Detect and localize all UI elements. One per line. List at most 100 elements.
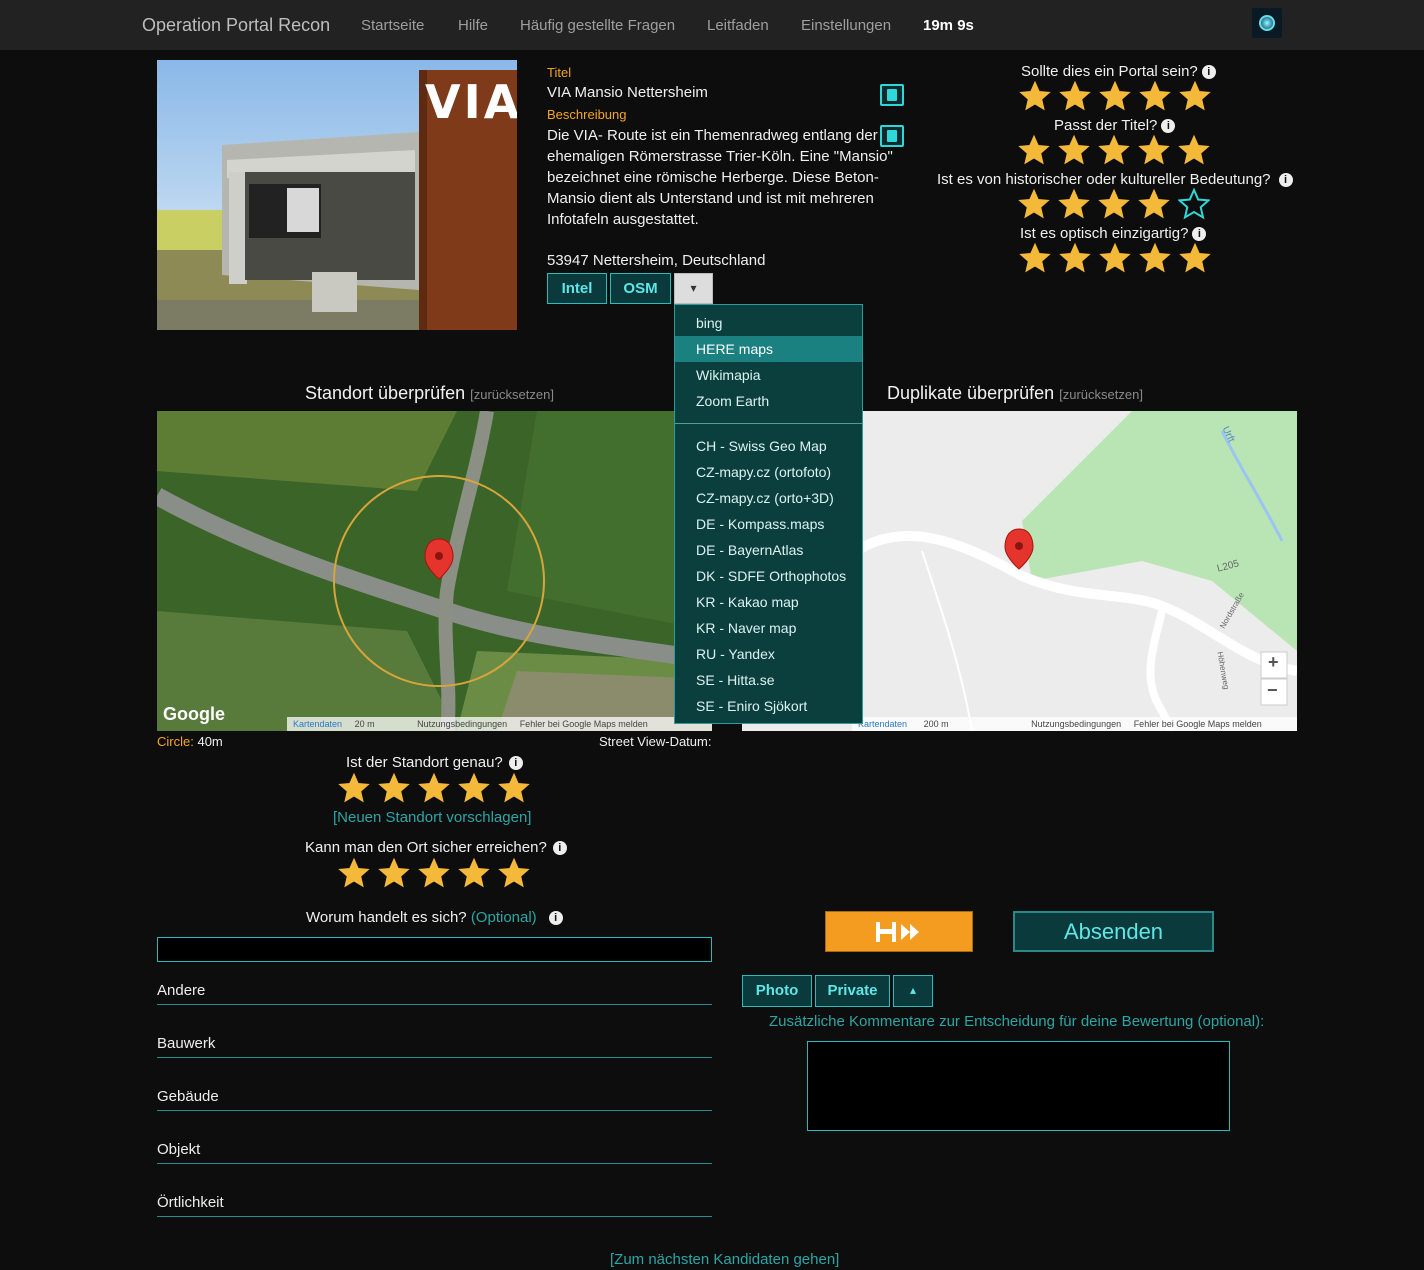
star-filled-icon[interactable] [1018,188,1050,220]
nav-link-hilfe[interactable]: Hilfe [458,17,488,34]
star-filled-icon[interactable] [1059,80,1091,112]
star-filled-icon[interactable] [1099,80,1131,112]
map1-report[interactable]: Fehler bei Google Maps melden [520,719,648,729]
nav-link-einstellungen[interactable]: Einstellungen [801,17,891,34]
category-objekt[interactable]: Objekt [157,1140,712,1164]
category-oertlichkeit[interactable]: Örtlichkeit [157,1193,712,1217]
next-candidate-link[interactable]: [Zum nächsten Kandidaten gehen] [610,1251,839,1268]
zoom-out-button[interactable]: − [1267,680,1278,701]
star-filled-icon[interactable] [338,857,370,889]
osm-button[interactable]: OSM [610,273,671,304]
save-and-skip-button[interactable] [825,911,973,952]
star-filled-icon[interactable] [1098,134,1130,166]
suggest-location-link[interactable]: [Neuen Standort vorschlagen] [333,809,531,826]
dropdown-item-cz-orto3d[interactable]: CZ-mapy.cz (orto+3D) [675,485,862,511]
star-filled-icon[interactable] [498,857,530,889]
dropdown-item-zoom-earth[interactable]: Zoom Earth [675,388,862,414]
star-filled-icon[interactable] [1059,242,1091,274]
dropdown-item-ru-yandex[interactable]: RU - Yandex [675,641,862,667]
star-filled-icon[interactable] [1019,242,1051,274]
star-filled-icon[interactable] [1139,80,1171,112]
star-filled-icon[interactable] [458,772,490,804]
star-filled-icon[interactable] [1058,188,1090,220]
info-icon[interactable]: i [1161,119,1176,133]
star-filled-icon[interactable] [1099,242,1131,274]
map2-terms[interactable]: Nutzungsbedingungen [1031,719,1121,729]
stars-visual[interactable] [1019,242,1219,274]
info-icon[interactable]: i [508,756,523,770]
info-icon[interactable]: i [552,841,567,855]
nav-link-faq[interactable]: Häufig gestellte Fragen [520,17,675,34]
dropdown-item-dk-sdfe[interactable]: DK - SDFE Orthophotos [675,563,862,589]
zoom-in-button[interactable]: + [1268,652,1279,673]
location-reset-link[interactable]: [zurücksetzen] [470,387,554,402]
private-comment-button[interactable]: Private [815,975,890,1007]
category-gebaeude[interactable]: Gebäude [157,1087,712,1111]
map2-kartendaten[interactable]: Kartendaten [858,719,907,729]
more-maps-toggle[interactable]: ▾ [674,273,713,304]
duplicates-reset-link[interactable]: [zurücksetzen] [1059,387,1143,402]
map1-kartendaten[interactable]: Kartendaten [293,719,342,729]
stars-safe-access[interactable] [338,857,538,889]
dropdown-item-kr-naver[interactable]: KR - Naver map [675,615,862,641]
star-empty-icon[interactable] [1177,187,1211,220]
star-filled-icon[interactable] [1178,134,1210,166]
category-bauwerk[interactable]: Bauwerk [157,1034,712,1058]
star-filled-icon[interactable] [1058,134,1090,166]
translate-description-icon[interactable] [880,125,904,147]
star-filled-icon[interactable] [418,772,450,804]
candidate-address: 53947 Nettersheim, Deutschland [547,252,766,269]
comment-options-toggle[interactable]: ▴ [893,975,933,1007]
star-filled-icon[interactable] [1179,242,1211,274]
nav-link-leitfaden[interactable]: Leitfaden [707,17,769,34]
dropdown-item-cz-ortofoto[interactable]: CZ-mapy.cz (ortofoto) [675,459,862,485]
stars-title[interactable] [1018,134,1218,166]
comment-label: Zusätzliche Kommentare zur Entscheidung … [769,1013,1265,1030]
candidate-photo[interactable]: VIA [157,60,517,330]
info-icon[interactable]: i [1192,227,1207,241]
dropdown-item-here-maps[interactable]: HERE maps [675,336,862,362]
translate-title-icon[interactable] [880,84,904,106]
dropdown-item-wikimapia[interactable]: Wikimapia [675,362,862,388]
info-icon[interactable]: i [1278,173,1293,187]
what-is-it-input[interactable] [157,937,712,962]
star-filled-icon[interactable] [1019,80,1051,112]
nav-link-startseite[interactable]: Startseite [361,17,424,34]
dropdown-item-se-eniro[interactable]: SE - Eniro Sjökort [675,693,862,719]
photo-comment-button[interactable]: Photo [742,975,812,1007]
dropdown-item-se-hitta[interactable]: SE - Hitta.se [675,667,862,693]
star-filled-icon[interactable] [458,857,490,889]
star-filled-icon[interactable] [1018,134,1050,166]
stars-historic[interactable] [1018,187,1218,220]
question-portal: Sollte dies ein Portal sein? i [1021,63,1216,80]
star-filled-icon[interactable] [1139,242,1171,274]
location-map[interactable]: Google Kartendaten 20 m Nutzungsbedingun… [157,411,712,731]
map2-report[interactable]: Fehler bei Google Maps melden [1134,719,1262,729]
dropdown-item-de-bayernatlas[interactable]: DE - BayernAtlas [675,537,862,563]
user-avatar[interactable] [1252,8,1282,38]
stars-portal[interactable] [1019,80,1219,112]
star-filled-icon[interactable] [1098,188,1130,220]
star-filled-icon[interactable] [418,857,450,889]
dropdown-item-ch-swiss-geo[interactable]: CH - Swiss Geo Map [675,433,862,459]
dropdown-item-bing[interactable]: bing [675,310,862,336]
submit-button[interactable]: Absenden [1013,911,1214,952]
question-visual: Ist es optisch einzigartig? i [1020,225,1207,242]
dropdown-item-de-kompass[interactable]: DE - Kompass.maps [675,511,862,537]
star-filled-icon[interactable] [1138,188,1170,220]
star-filled-icon[interactable] [1138,134,1170,166]
category-andere[interactable]: Andere [157,981,712,1005]
info-icon[interactable]: i [1201,65,1216,79]
dropdown-item-kr-kakao[interactable]: KR - Kakao map [675,589,862,615]
stars-location[interactable] [338,772,538,804]
info-icon[interactable]: i [548,911,563,925]
map1-terms[interactable]: Nutzungsbedingungen [417,719,507,729]
star-filled-icon[interactable] [1179,80,1211,112]
comment-textarea[interactable] [807,1041,1230,1131]
intel-button[interactable]: Intel [547,273,607,304]
star-filled-icon[interactable] [378,857,410,889]
star-filled-icon[interactable] [498,772,530,804]
star-filled-icon[interactable] [338,772,370,804]
brand-title[interactable]: Operation Portal Recon [142,15,330,36]
star-filled-icon[interactable] [378,772,410,804]
